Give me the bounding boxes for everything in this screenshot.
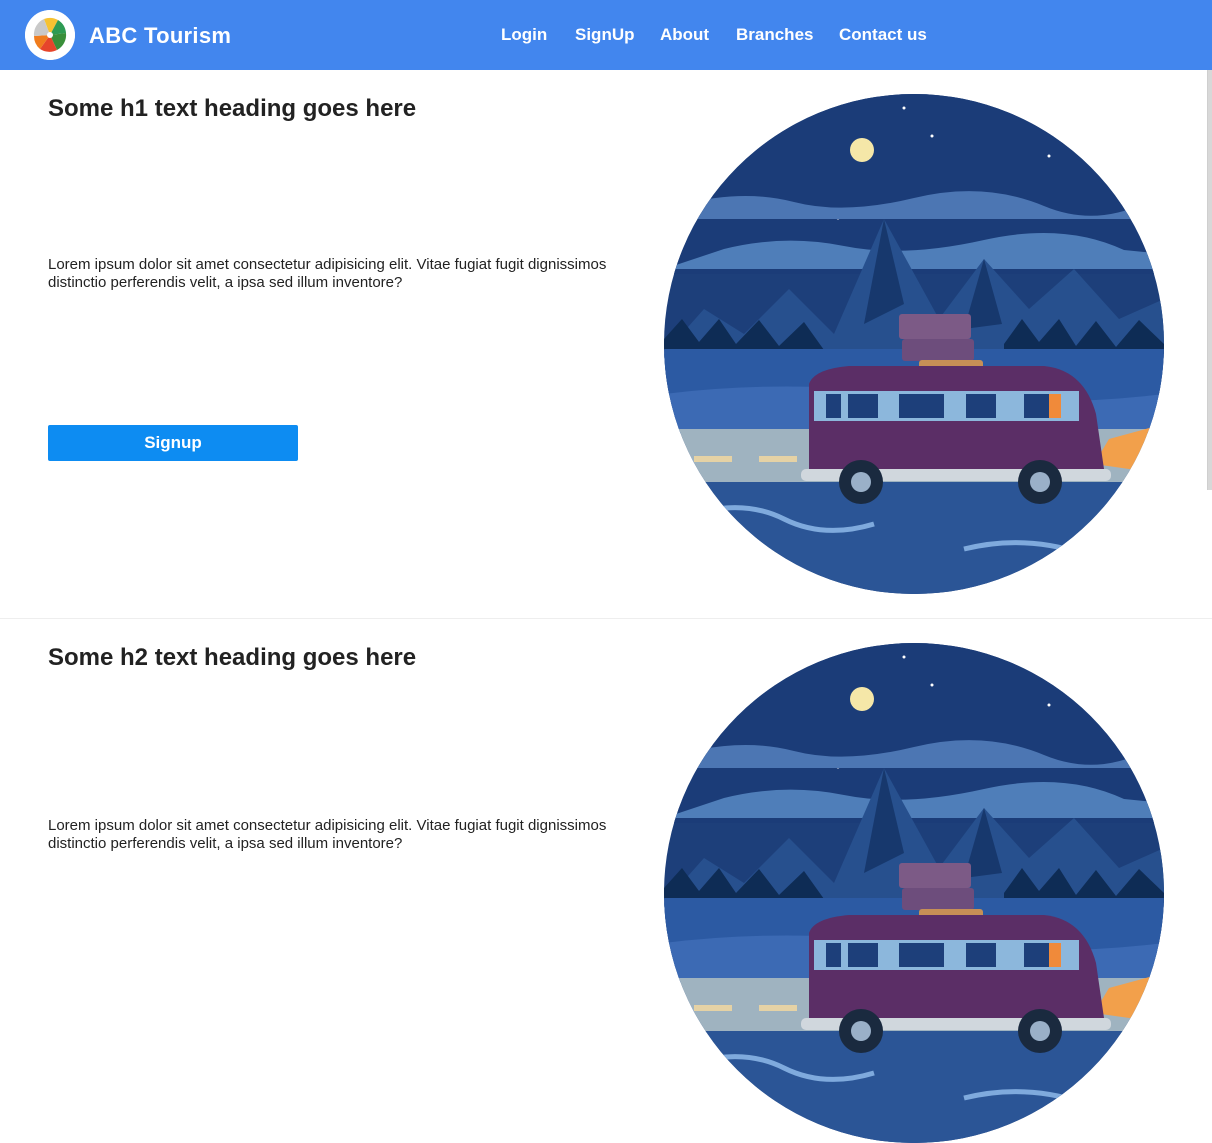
nav-about[interactable]: About xyxy=(660,24,709,46)
page-scrollbar[interactable] xyxy=(1207,70,1212,490)
section-text: Lorem ipsum dolor sit amet consectetur a… xyxy=(48,817,607,852)
section-heading: Some h1 text heading goes here xyxy=(48,95,417,122)
nav-signup[interactable]: SignUp xyxy=(575,24,635,46)
section-heading: Some h2 text heading goes here xyxy=(48,644,417,671)
nav-login[interactable]: Login xyxy=(501,24,547,46)
logo-icon[interactable] xyxy=(25,10,75,60)
section-text: Lorem ipsum dolor sit amet consectetur a… xyxy=(48,256,607,291)
navbar: ABC Tourism Login SignUp About Branches … xyxy=(0,0,1212,70)
signup-button[interactable]: Signup xyxy=(48,425,298,461)
section-divider xyxy=(0,618,1212,619)
nav-contact[interactable]: Contact us xyxy=(839,24,927,46)
van-illustration-icon xyxy=(664,94,1164,594)
van-illustration-icon xyxy=(664,643,1164,1143)
nav-branches[interactable]: Branches xyxy=(736,24,813,46)
brand-name[interactable]: ABC Tourism xyxy=(89,23,231,49)
